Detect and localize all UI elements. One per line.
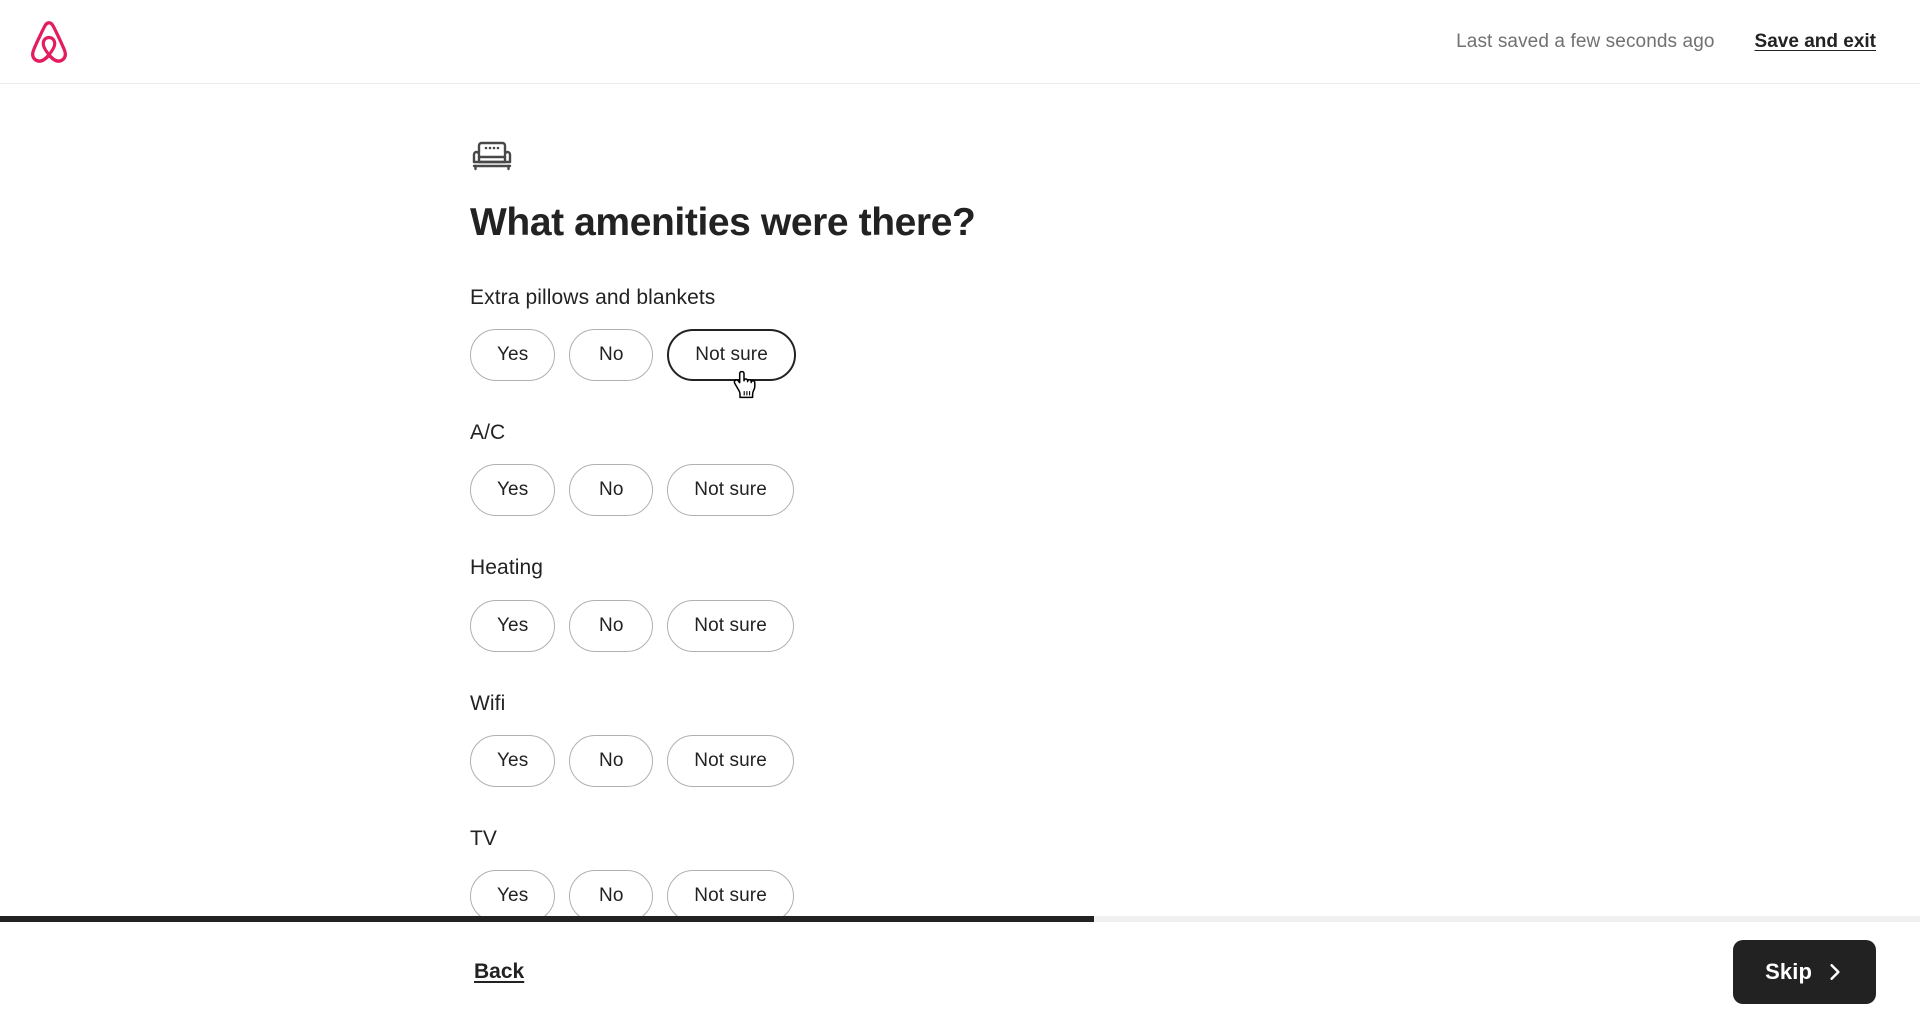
last-saved-status: Last saved a few seconds ago: [1456, 30, 1715, 52]
bed-icon: [470, 136, 514, 174]
question-group: A/C Yes No Not sure: [470, 420, 1000, 517]
option-button-no[interactable]: No: [569, 734, 654, 787]
question-group: Extra pillows and blankets Yes No Not sure: [470, 285, 1000, 382]
option-button-no[interactable]: No: [569, 464, 654, 517]
skip-button-label: Skip: [1765, 959, 1812, 984]
question-label: A/C: [470, 421, 506, 445]
option-button-yes[interactable]: Yes: [470, 870, 556, 916]
form-content: What amenities were there? Extra pillows…: [0, 84, 1000, 916]
app-root: Last saved a few seconds ago Save and ex…: [0, 0, 1920, 1026]
option-button-not-sure[interactable]: Not sure: [667, 599, 794, 652]
option-button-no[interactable]: No: [569, 329, 654, 382]
option-row: Yes No Not sure: [470, 870, 1000, 916]
question-label: Heating: [470, 556, 544, 580]
question-label: Wifi: [470, 691, 506, 715]
footer-actions: Back Skip: [0, 917, 1920, 1026]
option-button-yes[interactable]: Yes: [470, 734, 556, 787]
option-button-yes[interactable]: Yes: [470, 464, 556, 517]
chevron-right-icon: [1826, 963, 1844, 981]
option-button-not-sure[interactable]: Not sure: [667, 329, 796, 382]
option-row: Yes No Not sure: [470, 464, 1000, 517]
question-list: Extra pillows and blankets Yes No Not sure A…: [470, 285, 1000, 916]
main-scroll-area: What amenities were there? Extra pillows…: [0, 84, 1920, 916]
option-button-not-sure[interactable]: Not sure: [667, 870, 794, 916]
question-label: TV: [470, 826, 498, 850]
skip-button[interactable]: Skip: [1733, 940, 1876, 1004]
question-group: Wifi Yes No Not sure: [470, 691, 1000, 787]
option-button-no[interactable]: No: [569, 870, 654, 916]
header-actions: Last saved a few seconds ago Save and ex…: [1456, 31, 1876, 53]
save-and-exit-button[interactable]: Save and exit: [1755, 31, 1876, 53]
option-button-not-sure[interactable]: Not sure: [667, 464, 794, 517]
question-label: Extra pillows and blankets: [470, 285, 716, 309]
option-button-yes[interactable]: Yes: [470, 329, 556, 382]
option-button-yes[interactable]: Yes: [470, 599, 556, 652]
question-group: Heating Yes No Not sure: [470, 555, 1000, 652]
app-header: Last saved a few seconds ago Save and ex…: [0, 0, 1920, 84]
airbnb-logo[interactable]: [26, 19, 72, 65]
question-group: TV Yes No Not sure: [470, 826, 1000, 916]
option-button-no[interactable]: No: [569, 599, 654, 652]
app-footer: Back Skip: [0, 916, 1920, 1026]
option-row: Yes No Not sure: [470, 599, 1000, 652]
back-button[interactable]: Back: [470, 952, 528, 992]
option-row: Yes No Not sure: [470, 734, 1000, 787]
option-button-not-sure[interactable]: Not sure: [667, 734, 794, 787]
option-row: Yes No Not sure: [470, 329, 1000, 382]
page-title: What amenities were there?: [470, 201, 976, 244]
